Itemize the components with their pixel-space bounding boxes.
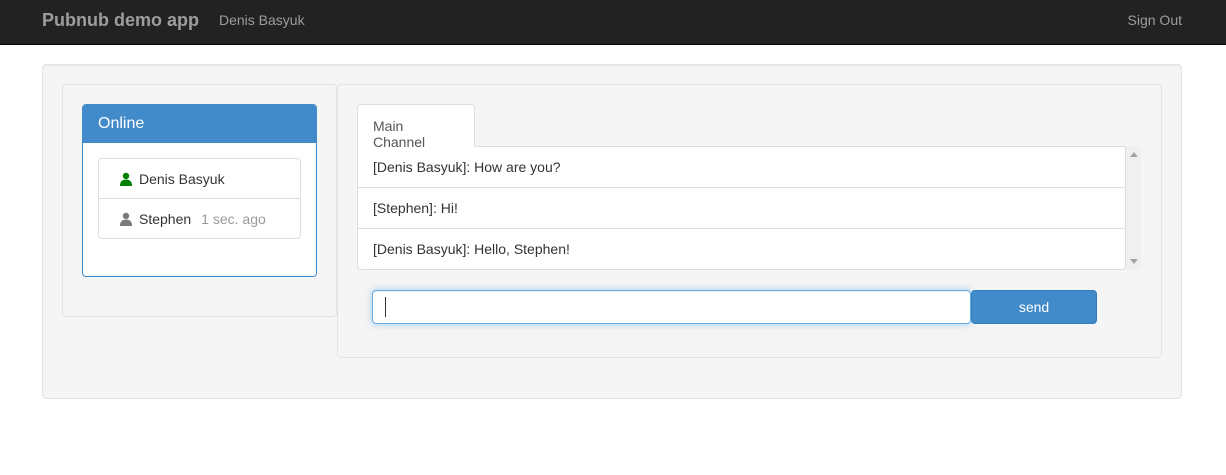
online-panel-title: Online	[83, 105, 316, 143]
online-user-item[interactable]: Stephen 1 sec. ago	[98, 198, 301, 239]
brand-link[interactable]: Pubnub demo app	[42, 10, 199, 31]
online-user-list: Denis Basyuk Stephen 1 sec. ago	[98, 158, 301, 239]
message-input[interactable]	[372, 290, 971, 324]
text-caret	[385, 297, 386, 317]
message-scrollbar[interactable]	[1126, 146, 1141, 270]
user-name: Denis Basyuk	[139, 170, 225, 187]
send-button[interactable]: send	[971, 290, 1097, 324]
online-user-item[interactable]: Denis Basyuk	[98, 158, 301, 199]
sign-out-link[interactable]: Sign Out	[1128, 12, 1182, 28]
message-item: [Denis Basyuk]: Hello, Stephen!	[373, 241, 570, 257]
message-list: [Denis Basyuk]: How are you? [Stephen]: …	[357, 146, 1126, 270]
message-item: [Denis Basyuk]: How are you?	[358, 147, 1125, 188]
top-navbar: Pubnub demo app Denis Basyuk Sign Out	[0, 0, 1226, 45]
message-item: [Stephen]: Hi!	[358, 188, 1125, 229]
scroll-down-icon[interactable]	[1130, 259, 1138, 264]
user-icon	[120, 172, 132, 186]
current-user-link[interactable]: Denis Basyuk	[219, 12, 305, 28]
tab-main-channel[interactable]: Main Channel	[357, 104, 475, 150]
user-icon	[120, 212, 132, 226]
user-name: Stephen	[139, 210, 192, 227]
scroll-up-icon[interactable]	[1130, 152, 1138, 157]
last-seen-text: 1 sec. ago	[201, 210, 266, 227]
